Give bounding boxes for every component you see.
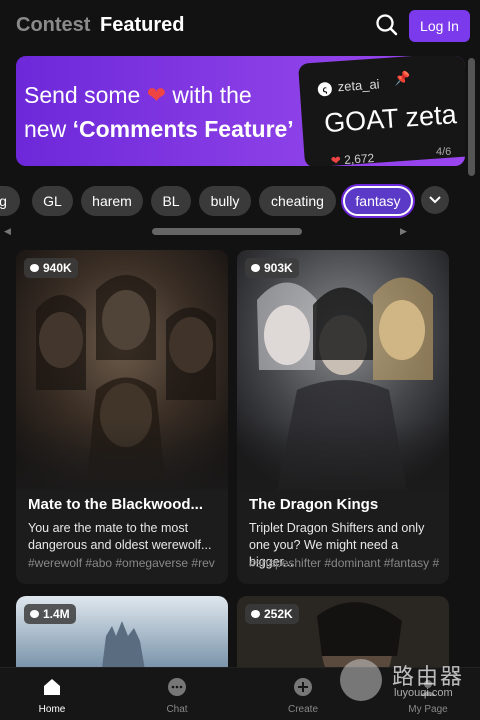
heart-icon: ❤ — [330, 153, 342, 166]
pin-icon: 📌 — [393, 70, 411, 87]
chip-bully[interactable]: bully — [199, 186, 251, 216]
story-card[interactable]: 903K The Dragon Kings Triplet Dragon Shi… — [237, 250, 449, 584]
router-logo-icon — [340, 659, 382, 701]
chat-count-badge: 1.4M — [24, 604, 76, 624]
story-title: Mate to the Blackwood... — [28, 496, 204, 513]
search-icon[interactable] — [374, 12, 400, 38]
banner-page-indicator: 4/6 — [436, 146, 452, 158]
chat-count-badge: 903K — [245, 258, 299, 278]
tab-featured[interactable]: Featured — [100, 14, 184, 37]
chat-count-badge: 940K — [24, 258, 78, 278]
site-watermark: 路由器 luyouqi.com — [340, 659, 470, 701]
promo-title: GOAT zeta — [323, 99, 458, 139]
banner-line-2: new ‘Comments Feature’ — [24, 116, 294, 142]
story-card[interactable]: 1.4M — [16, 596, 228, 676]
tag-chip-row: g GL harem BL bully cheating fantasy — [0, 186, 470, 218]
scroll-right-icon[interactable]: ▶ — [400, 226, 407, 237]
chat-bubble-icon — [251, 264, 260, 272]
story-description: You are the mate to the most dangerous a… — [28, 521, 212, 552]
scroll-left-icon[interactable]: ◀ — [4, 226, 11, 237]
watermark-url: luyouqi.com — [394, 687, 453, 699]
story-tags: #shapeshifter #dominant #fantasy # — [249, 556, 440, 570]
heart-icon: ❤ — [146, 82, 167, 108]
chip-cheating[interactable]: cheating — [259, 186, 336, 216]
chip-harem[interactable]: harem — [81, 186, 143, 216]
story-card[interactable]: 940K Mate to the Blackwood... You are th… — [16, 250, 228, 584]
promo-likes: ❤ 2,672 — [330, 150, 375, 166]
vertical-scrollbar[interactable] — [468, 58, 475, 176]
nav-create[interactable]: Create — [263, 676, 343, 715]
story-title: The Dragon Kings — [249, 496, 379, 513]
nav-chat[interactable]: Chat — [137, 676, 217, 715]
home-icon — [44, 679, 60, 695]
chat-icon — [168, 678, 186, 696]
chat-bubble-icon — [30, 610, 39, 618]
chip-bl[interactable]: BL — [151, 186, 191, 216]
nav-home[interactable]: Home — [12, 676, 92, 715]
story-tags: #werewolf #abo #omegaverse #rev — [28, 556, 215, 570]
tab-contest[interactable]: Contest — [16, 14, 90, 37]
login-button[interactable]: Log In — [409, 10, 470, 42]
chat-count-badge: 252K — [245, 604, 299, 624]
chip-fantasy[interactable]: fantasy — [343, 186, 413, 216]
horizontal-scrollbar[interactable] — [152, 228, 302, 235]
zeta-logo-icon: ς — [317, 81, 333, 97]
chip-gl[interactable]: GL — [32, 186, 73, 216]
chat-bubble-icon — [251, 610, 260, 618]
chevron-down-icon[interactable] — [421, 186, 449, 214]
plus-circle-icon — [294, 678, 312, 696]
chat-bubble-icon — [30, 264, 39, 272]
banner-line-1: Send some ❤ with the — [24, 82, 252, 108]
top-header: Contest Featured Log In — [0, 0, 480, 52]
promo-banner[interactable]: Send some ❤ with the new ‘Comments Featu… — [16, 56, 465, 166]
chip-g[interactable]: g — [0, 186, 20, 216]
promo-username: zeta_ai — [337, 76, 381, 95]
